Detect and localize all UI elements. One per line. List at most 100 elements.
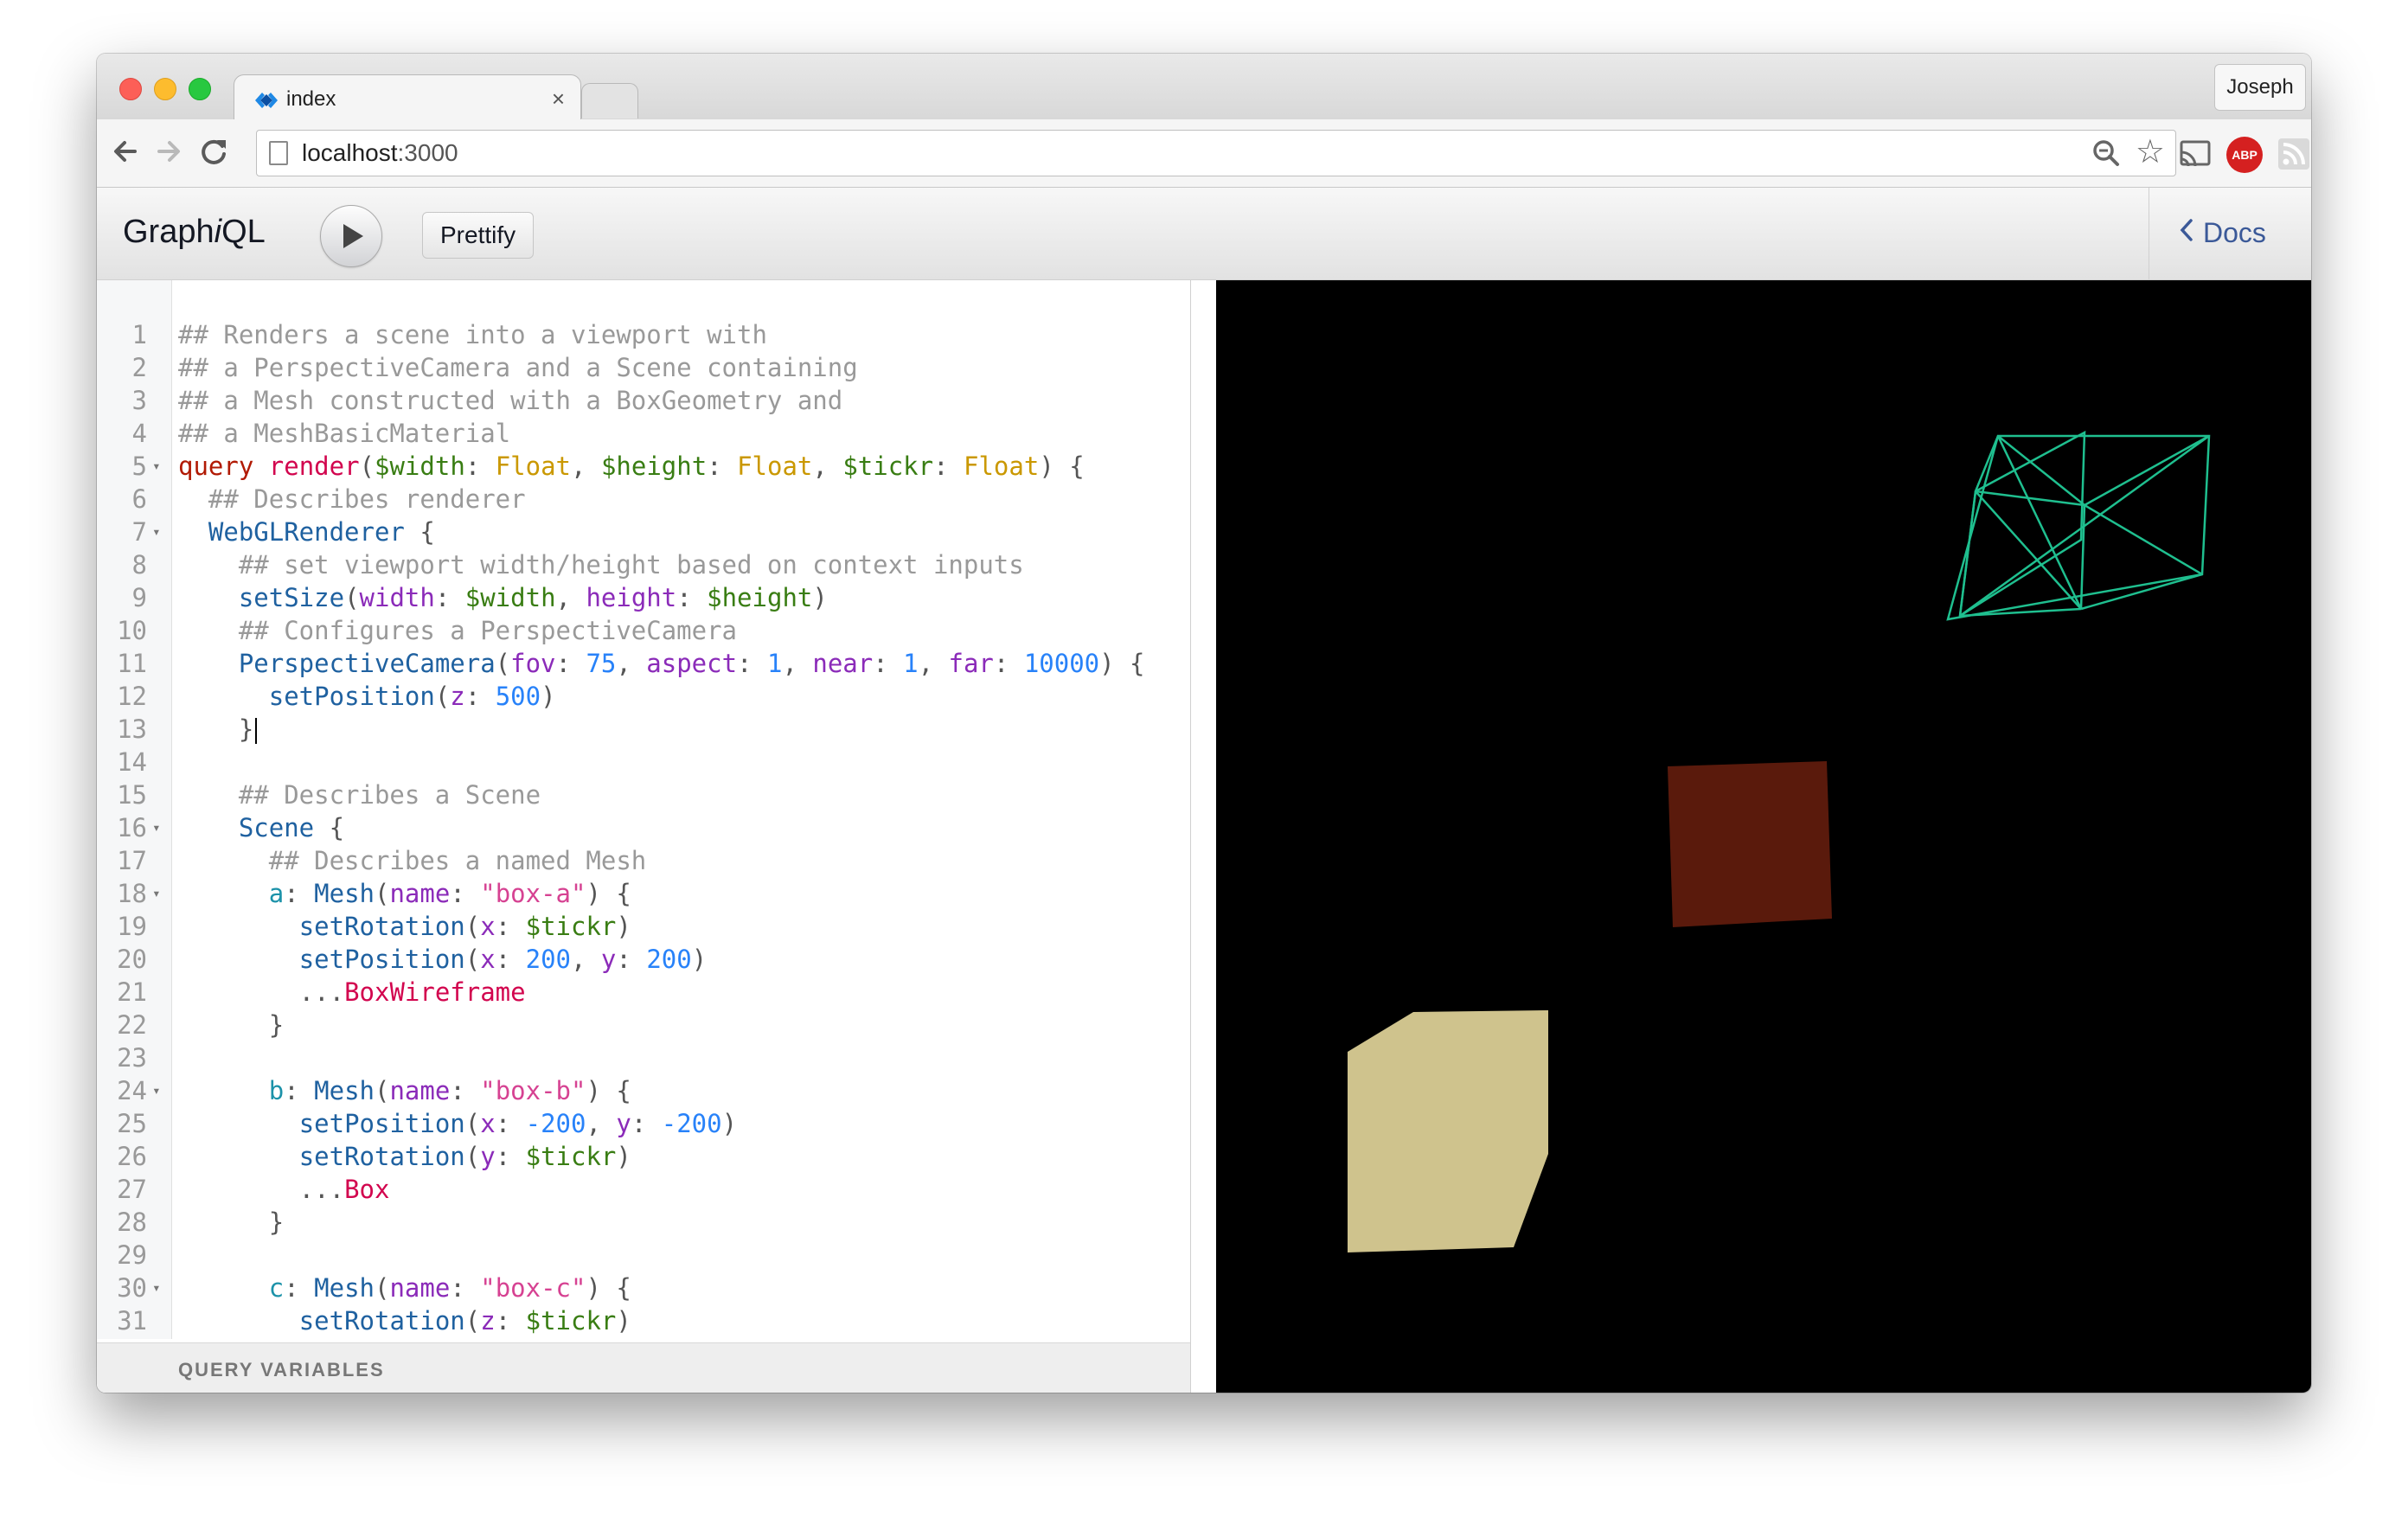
fold-arrow-icon[interactable]: ▾ xyxy=(152,1074,161,1107)
code-token: $tickr xyxy=(525,1142,617,1171)
code-line[interactable]: 17 ## Describes a named Mesh xyxy=(97,844,1190,877)
code-line[interactable]: 29 xyxy=(97,1239,1190,1272)
code-token: $width xyxy=(375,452,465,481)
close-window-button[interactable] xyxy=(119,78,142,100)
code-line[interactable]: 27 ...Box xyxy=(97,1173,1190,1206)
code-token: 1 xyxy=(903,649,919,678)
bookmark-star-icon[interactable]: ☆ xyxy=(2136,132,2165,171)
fold-arrow-icon[interactable]: ▾ xyxy=(152,516,161,548)
code-line[interactable]: 5 ▾ query render($width: Float, $height: F… xyxy=(97,450,1190,483)
code-line[interactable]: 8 ## set viewport width/height based on … xyxy=(97,548,1190,581)
code-token: : xyxy=(737,649,767,678)
code-line[interactable]: 25 setPosition(x: -200, y: -200) xyxy=(97,1107,1190,1140)
code-line[interactable]: 7 ▾ WebGLRenderer { xyxy=(97,516,1190,548)
code-token: : xyxy=(993,649,1024,678)
query-variables-bar[interactable]: QUERY VARIABLES xyxy=(97,1342,1190,1393)
code-line[interactable]: 28 } xyxy=(97,1206,1190,1239)
code-line[interactable]: 16 ▾ Scene { xyxy=(97,811,1190,844)
adblock-icon[interactable]: ABP xyxy=(2226,137,2263,173)
code-text: } xyxy=(178,713,258,746)
code-line[interactable]: 23 xyxy=(97,1041,1190,1074)
code-token: Float xyxy=(737,452,813,481)
code-line[interactable]: 4 ## a MeshBasicMaterial xyxy=(97,417,1190,450)
fold-arrow-icon[interactable]: ▾ xyxy=(152,1272,161,1304)
code-line[interactable]: 3 ## a Mesh constructed with a BoxGeometr… xyxy=(97,384,1190,417)
cast-icon[interactable] xyxy=(2176,135,2214,173)
execute-query-button[interactable] xyxy=(320,205,382,267)
code-token: -200 xyxy=(661,1109,722,1138)
docs-button[interactable]: Docs xyxy=(2179,217,2266,249)
code-text: ## Describes renderer xyxy=(178,483,526,516)
code-token: : xyxy=(464,452,496,481)
text-cursor xyxy=(255,718,258,744)
url-text[interactable]: localhost:3000 xyxy=(302,139,458,167)
code-line[interactable]: 20 setPosition(x: 200, y: 200) xyxy=(97,943,1190,976)
code-token: 200 xyxy=(525,945,571,974)
code-line[interactable]: 11 PerspectiveCamera(fov: 75, aspect: 1,… xyxy=(97,647,1190,680)
code-line[interactable]: 12 setPosition(z: 500) xyxy=(97,680,1190,713)
code-token: z xyxy=(480,1306,496,1336)
new-tab-button[interactable] xyxy=(581,83,638,119)
code-token: ( xyxy=(464,945,481,974)
back-icon[interactable] xyxy=(106,131,145,171)
code-token: c xyxy=(268,1273,285,1303)
code-line[interactable]: 30 ▾ c: Mesh(name: "box-c") { xyxy=(97,1272,1190,1304)
fold-arrow-icon[interactable]: ▾ xyxy=(152,877,161,910)
tan-box xyxy=(1348,1010,1548,1252)
code-line[interactable]: 2 ## a PerspectiveCamera and a Scene cont… xyxy=(97,351,1190,384)
code-line[interactable]: 21 ...BoxWireframe xyxy=(97,976,1190,1009)
tab-index[interactable]: index × xyxy=(234,74,581,124)
code-token: query xyxy=(178,452,254,481)
code-token: y xyxy=(600,945,617,974)
code-token: : xyxy=(495,1142,526,1171)
code-text: setRotation(y: $tickr) xyxy=(178,1140,631,1173)
fold-arrow-icon[interactable]: ▾ xyxy=(152,811,161,844)
code-line[interactable]: 22 } xyxy=(97,1009,1190,1041)
tab-title: index xyxy=(286,87,336,111)
code-text: a: Mesh(name: "box-a") { xyxy=(178,877,631,910)
line-number: 21 xyxy=(117,977,147,1007)
code-line[interactable]: 6 ## Describes renderer xyxy=(97,483,1190,516)
code-line[interactable]: 9 setSize(width: $width, height: $height… xyxy=(97,581,1190,614)
reload-icon[interactable] xyxy=(194,131,234,171)
code-text: WebGLRenderer { xyxy=(178,516,435,548)
code-line[interactable]: 14 xyxy=(97,746,1190,778)
code-token: , xyxy=(782,649,813,678)
code-line[interactable]: 10 ## Configures a PerspectiveCamera xyxy=(97,614,1190,647)
code-line[interactable]: 18 ▾ a: Mesh(name: "box-a") { xyxy=(97,877,1190,910)
forward-icon[interactable] xyxy=(149,131,189,171)
line-number: 9 xyxy=(131,583,147,612)
code-line[interactable]: 24 ▾ b: Mesh(name: "box-b") { xyxy=(97,1074,1190,1107)
query-editor[interactable]: 1 ## Renders a scene into a viewport with… xyxy=(97,280,1191,1393)
tab-close-icon[interactable]: × xyxy=(552,86,565,112)
zoom-icon[interactable] xyxy=(2089,136,2123,170)
code-token: ## Describes a Scene xyxy=(178,780,541,810)
browser-toolbar: localhost:3000 ☆ ABP xyxy=(97,119,2311,188)
code-line[interactable]: 31 setRotation(z: $tickr) xyxy=(97,1304,1190,1337)
chevron-left-icon xyxy=(2180,219,2193,241)
code-token: ) { xyxy=(1099,649,1145,678)
address-bar[interactable]: localhost:3000 ☆ xyxy=(256,130,2176,176)
code-token: } xyxy=(178,1208,285,1237)
code-token: height xyxy=(586,583,677,612)
code-line[interactable]: 15 ## Describes a Scene xyxy=(97,778,1190,811)
maximize-window-button[interactable] xyxy=(189,78,211,100)
code-line[interactable]: 1 ## Renders a scene into a viewport with xyxy=(97,318,1190,351)
url-port: :3000 xyxy=(397,139,458,166)
code-text: setSize(width: $width, height: $height) xyxy=(178,581,828,614)
code-line[interactable]: 19 setRotation(x: $tickr) xyxy=(97,910,1190,943)
code-area[interactable]: 1 ## Renders a scene into a viewport with… xyxy=(97,318,1190,1337)
fold-arrow-icon[interactable]: ▾ xyxy=(152,450,161,483)
code-line[interactable]: 13 } xyxy=(97,713,1190,746)
prettify-button[interactable]: Prettify xyxy=(422,212,535,259)
profile-button[interactable]: Joseph xyxy=(2214,64,2306,111)
code-token: : xyxy=(450,1076,481,1105)
page-icon xyxy=(269,141,288,165)
code-token: ... xyxy=(178,1175,345,1204)
rss-icon[interactable] xyxy=(2275,135,2311,173)
code-token: ) xyxy=(616,912,631,941)
code-token: ( xyxy=(464,912,481,941)
code-line[interactable]: 26 setRotation(y: $tickr) xyxy=(97,1140,1190,1173)
code-token: render xyxy=(268,452,360,481)
minimize-window-button[interactable] xyxy=(154,78,176,100)
